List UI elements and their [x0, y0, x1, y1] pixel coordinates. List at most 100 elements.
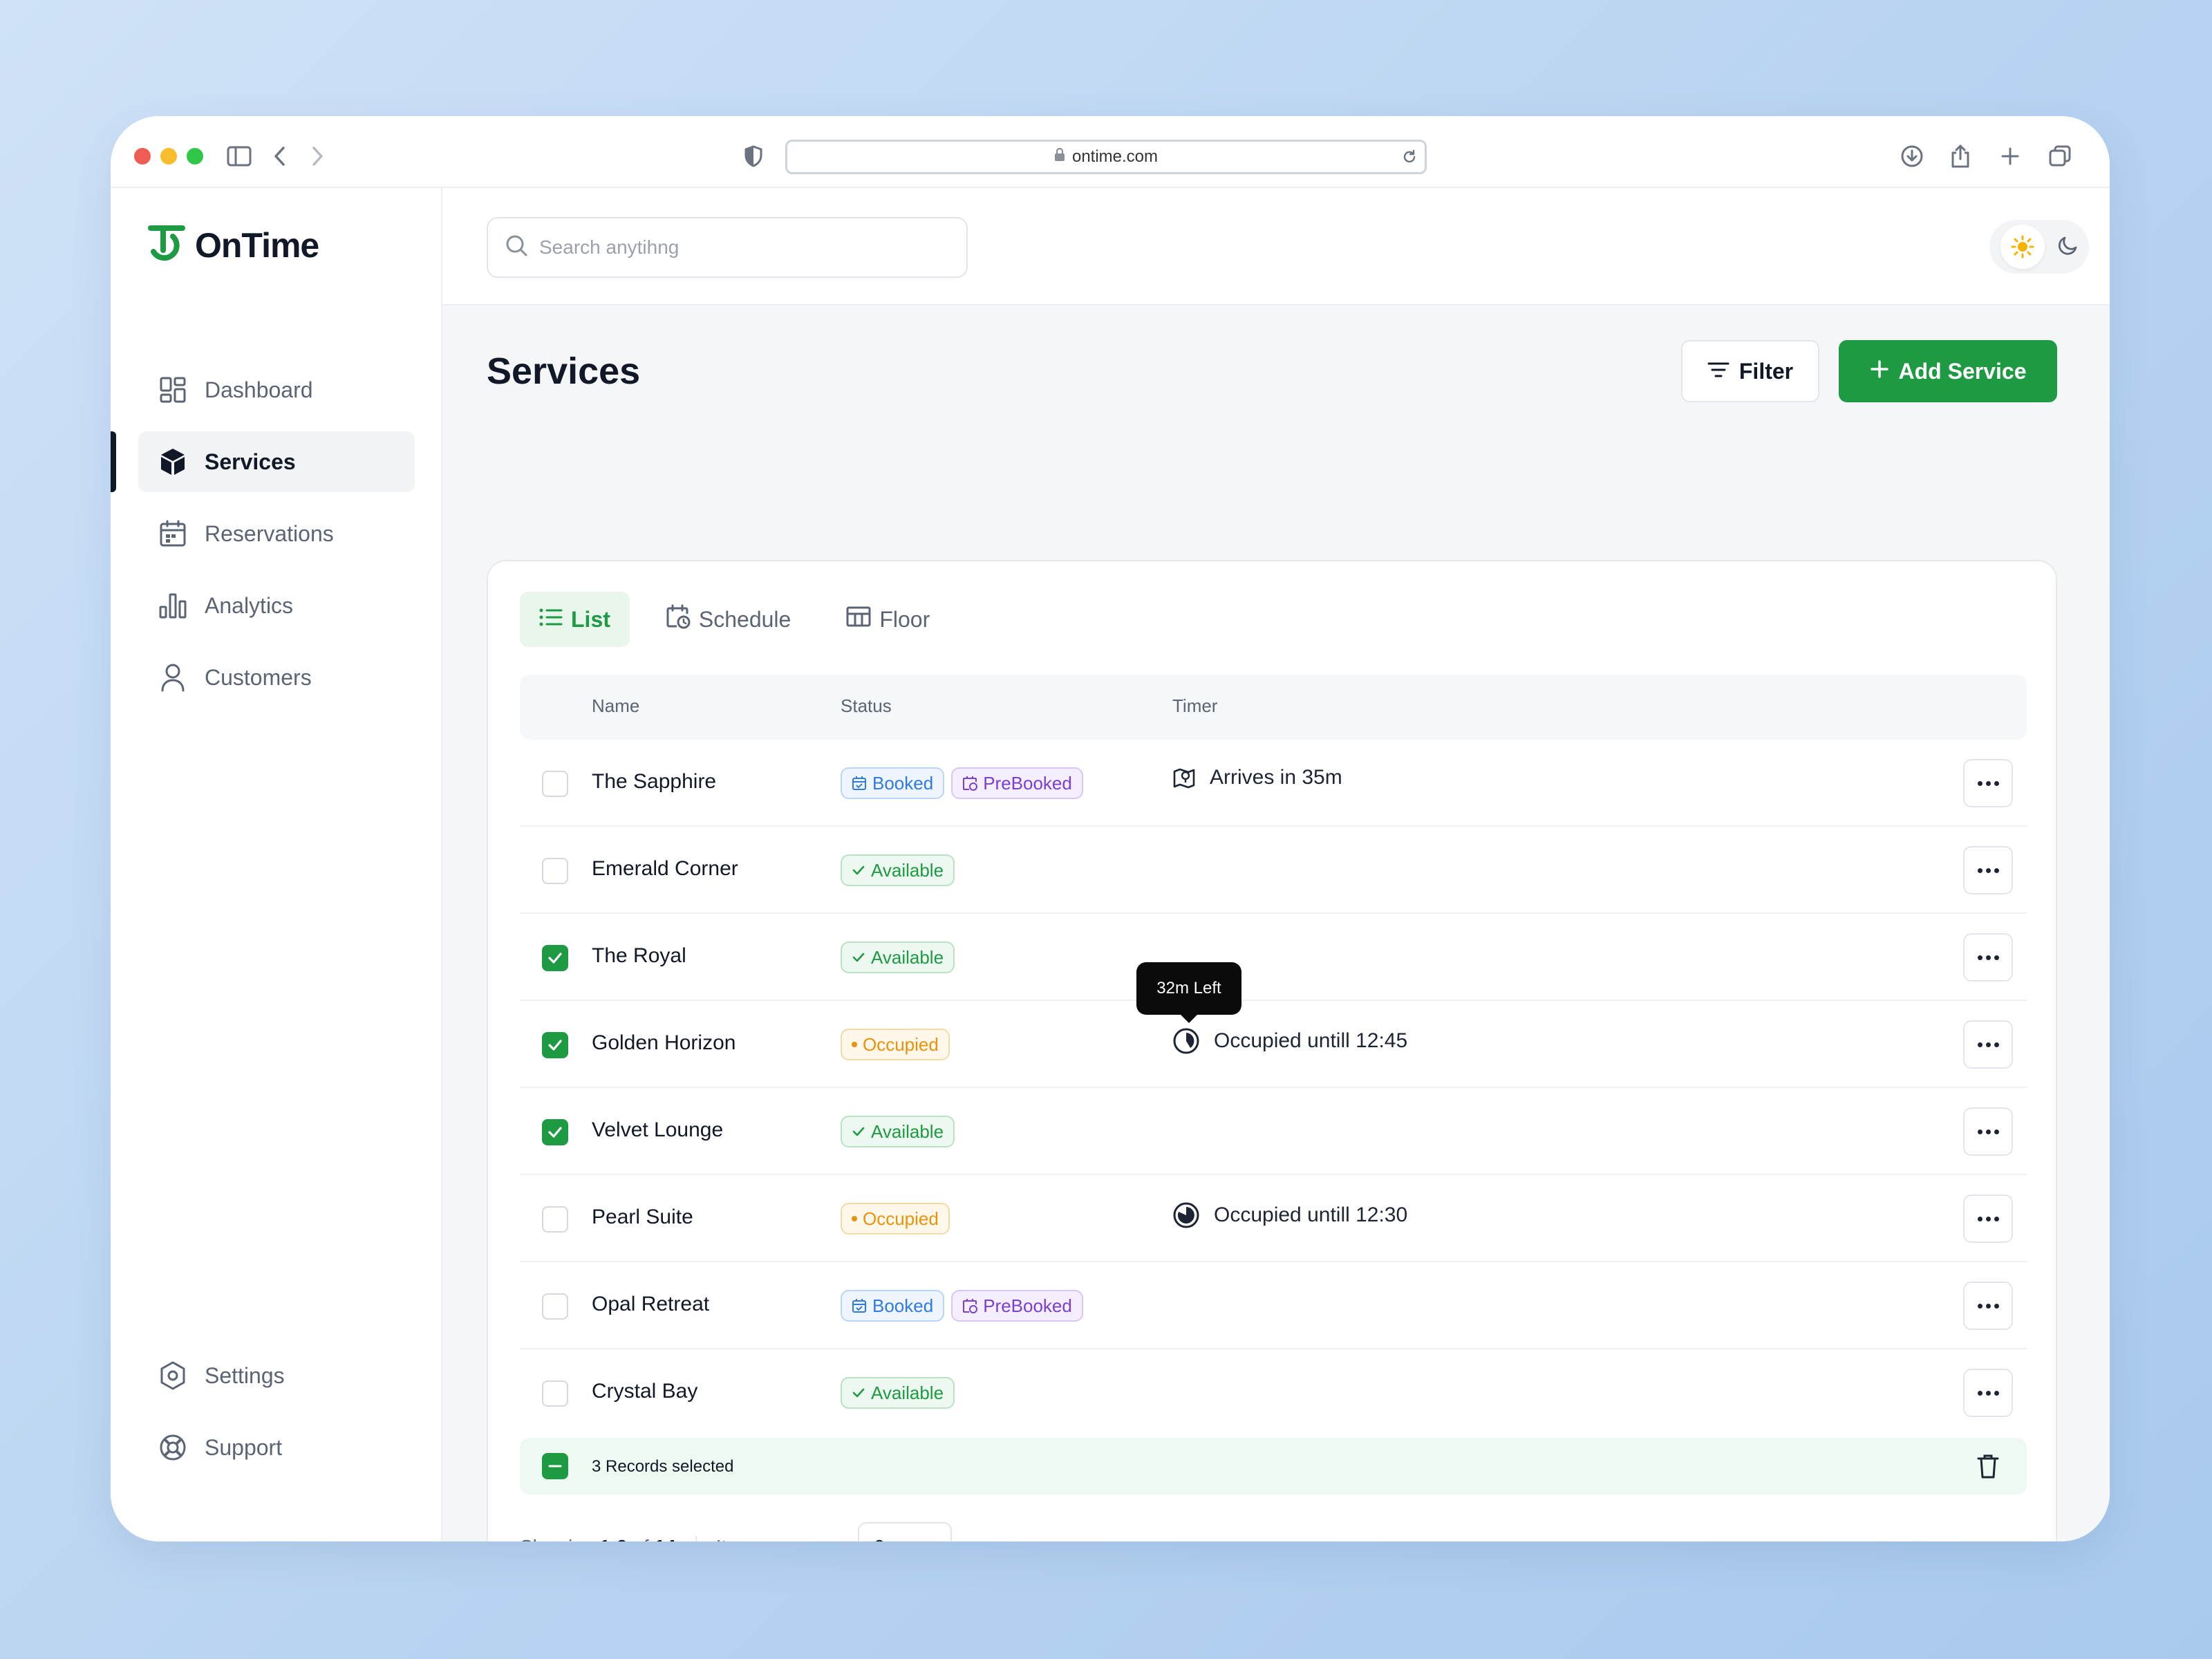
new-tab-icon[interactable]	[1995, 141, 2025, 171]
row-more-button[interactable]	[1963, 846, 2013, 894]
selection-bar: 3 Records selected	[520, 1438, 2027, 1494]
brand-name: OnTime	[195, 226, 319, 265]
row-more-button[interactable]	[1963, 1194, 2013, 1243]
search-input[interactable]: Search anytihng	[487, 217, 968, 278]
sidebar-item-support[interactable]: Support	[138, 1417, 415, 1478]
check-icon	[548, 953, 562, 964]
sidebar-item-label: Dashboard	[205, 377, 313, 402]
table-row[interactable]: The Royal Available	[520, 914, 2027, 1001]
items-per-page-label: Items per page	[716, 1536, 845, 1541]
calendar-clock-icon	[963, 776, 978, 791]
column-header-timer[interactable]: Timer	[1172, 695, 1217, 717]
lifebuoy-icon	[158, 1432, 188, 1463]
table-row[interactable]: Opal Retreat Booked PreBooked	[520, 1262, 2027, 1349]
sidebar-item-settings[interactable]: Settings	[138, 1345, 415, 1406]
items-per-page-select[interactable]: 9	[857, 1522, 952, 1541]
moon-icon[interactable]	[2058, 235, 2079, 259]
download-icon[interactable]	[1897, 141, 1927, 171]
row-more-button[interactable]	[1963, 933, 2013, 982]
status-badge-booked: Booked	[841, 767, 945, 799]
services-card: List Schedule Floor Name Status Timer Th…	[487, 560, 2057, 1541]
minimize-window-button[interactable]	[160, 148, 177, 165]
row-checkbox[interactable]	[542, 1293, 568, 1320]
timer-cell[interactable]: Occupied untill 12:45	[1172, 1027, 1407, 1055]
table-row[interactable]: Velvet Lounge Available	[520, 1088, 2027, 1175]
sidebar-item-reservations[interactable]: Reservations	[138, 503, 415, 564]
row-checkbox-checked[interactable]	[542, 1119, 568, 1145]
row-checkbox-checked[interactable]	[542, 1032, 568, 1058]
back-icon[interactable]	[264, 141, 294, 171]
timer-tooltip: 32m Left	[1136, 962, 1241, 1023]
status-badge-occupied: Occupied	[841, 1203, 950, 1235]
selection-count: 3 Records selected	[592, 1457, 734, 1476]
column-header-status[interactable]: Status	[841, 695, 892, 717]
column-header-name[interactable]: Name	[592, 695, 639, 717]
row-checkbox[interactable]	[542, 771, 568, 797]
sidebar-item-services[interactable]: Services	[138, 431, 415, 492]
row-more-button[interactable]	[1963, 1020, 2013, 1069]
timer-cell[interactable]: Occupied untill 12:30	[1172, 1201, 1407, 1229]
tab-schedule[interactable]: Schedule	[646, 592, 810, 647]
sidebar-toggle-icon[interactable]	[224, 141, 254, 171]
check-icon	[548, 1127, 562, 1138]
row-more-button[interactable]	[1963, 1369, 2013, 1417]
close-window-button[interactable]	[134, 148, 151, 165]
row-checkbox[interactable]	[542, 1380, 568, 1407]
theme-toggle[interactable]	[1989, 220, 2089, 274]
status-badges: Available	[841, 1377, 955, 1409]
of-label: of	[632, 1536, 648, 1541]
sun-icon[interactable]	[2000, 225, 2045, 269]
sidebar-item-analytics[interactable]: Analytics	[138, 575, 415, 636]
ontime-logo-icon	[148, 225, 185, 261]
tabs-overview-icon[interactable]	[2045, 141, 2075, 171]
sidebar-item-label: Services	[205, 449, 296, 474]
service-name: Pearl Suite	[592, 1206, 693, 1228]
page-range: 1-9	[599, 1536, 627, 1541]
table-row[interactable]: Emerald Corner Available	[520, 827, 2027, 914]
row-checkbox[interactable]	[542, 1206, 568, 1232]
table-row[interactable]: Crystal Bay Available	[520, 1349, 2027, 1436]
maximize-window-button[interactable]	[187, 148, 203, 165]
sidebar-item-customers[interactable]: Customers	[138, 647, 415, 708]
sidebar-item-dashboard[interactable]: Dashboard	[138, 359, 415, 420]
add-service-button[interactable]: Add Service	[1839, 340, 2057, 402]
row-more-button[interactable]	[1963, 1107, 2013, 1156]
tab-label: Floor	[879, 606, 930, 632]
search-placeholder: Search anytihng	[539, 236, 679, 258]
timer-text: Occupied untill 12:45	[1214, 1029, 1408, 1052]
sidebar: OnTime Dashboard Services Reservations A…	[111, 188, 442, 1541]
filter-button[interactable]: Filter	[1681, 340, 1819, 402]
status-badge-available: Available	[841, 941, 955, 973]
forward-icon[interactable]	[303, 141, 333, 171]
status-badges: Booked PreBooked	[841, 767, 1083, 799]
view-tabs: List Schedule Floor	[520, 592, 949, 647]
status-badge-prebooked: PreBooked	[951, 767, 1083, 799]
status-badges: Occupied	[841, 1203, 950, 1235]
main-content: Services Filter Add Service List Schedul…	[442, 306, 2110, 1541]
status-badge-available: Available	[841, 854, 955, 886]
timer-text: Occupied untill 12:30	[1214, 1203, 1408, 1226]
status-badges: Booked PreBooked	[841, 1290, 1083, 1322]
add-service-label: Add Service	[1898, 358, 2027, 384]
row-more-button[interactable]	[1963, 1282, 2013, 1330]
row-checkbox[interactable]	[542, 858, 568, 884]
brand-logo[interactable]: OnTime	[148, 223, 319, 268]
table-row[interactable]: The Sapphire Booked PreBooked Arrives in…	[520, 740, 2027, 827]
table-row[interactable]: Golden Horizon Occupied Occupied untill …	[520, 1001, 2027, 1088]
tab-floor[interactable]: Floor	[827, 592, 949, 647]
table-row[interactable]: Pearl Suite Occupied Occupied untill 12:…	[520, 1175, 2027, 1262]
tab-list[interactable]: List	[520, 592, 630, 647]
row-checkbox-checked[interactable]	[542, 945, 568, 971]
reload-icon[interactable]	[1401, 149, 1418, 170]
address-bar[interactable]: ontime.com	[785, 140, 1427, 174]
service-name: Emerald Corner	[592, 857, 738, 880]
sidebar-item-label: Support	[205, 1434, 283, 1460]
row-more-button[interactable]	[1963, 759, 2013, 807]
share-icon[interactable]	[1945, 141, 1976, 171]
delete-selected-button[interactable]	[1963, 1450, 2013, 1482]
check-icon	[852, 953, 865, 962]
gear-icon	[158, 1360, 188, 1391]
filter-icon	[1707, 359, 1730, 384]
select-all-checkbox[interactable]	[542, 1453, 568, 1479]
shield-icon[interactable]	[738, 141, 769, 171]
